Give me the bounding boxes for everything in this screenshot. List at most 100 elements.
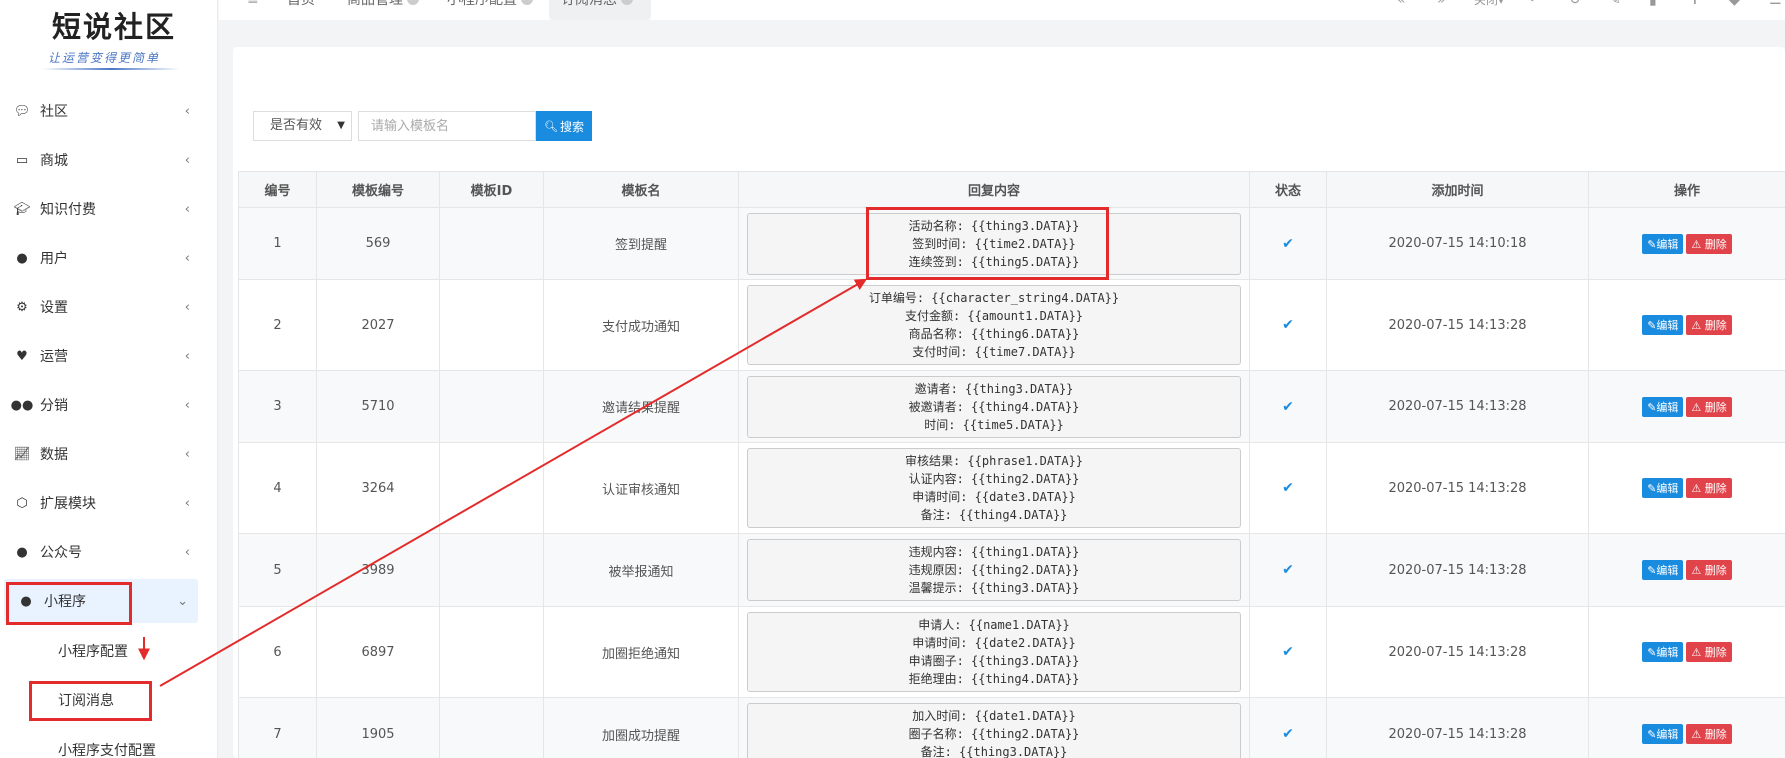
cell-template-name: 被举报通知 — [543, 533, 739, 607]
cell-created-time: 2020-07-15 14:13:28 — [1326, 606, 1589, 698]
edit-button[interactable]: ✎编辑 — [1642, 478, 1684, 498]
back-icon[interactable]: ↶ — [1529, 0, 1541, 8]
header-id[interactable]: 编号 — [238, 171, 317, 208]
template-name-search-input[interactable] — [358, 111, 536, 141]
reply-content-line: 圈子名称: {{thing2.DATA}} — [908, 727, 1080, 741]
reply-content-line: 备注: {{thing3.DATA}} — [920, 745, 1068, 758]
bell-icon[interactable]: ◆ — [1729, 0, 1740, 8]
delete-button[interactable]: ⚠ 删除 — [1686, 724, 1732, 744]
submenu-item-payment-config[interactable]: 小程序支付配置 — [58, 740, 156, 758]
chevron-left-icon: ‹ — [184, 152, 190, 168]
cell-reply-content: 申请人: {{name1.DATA}} 申请时间: {{date2.DATA}} 申… — [738, 606, 1250, 698]
tab-miniprogram-config[interactable]: 小程序配置✕ — [447, 0, 533, 20]
table-row: 3 5710 邀请结果提醒 邀请者: {{thing3.DATA}} 被邀请者: {{t… — [238, 370, 1785, 443]
fullscreen-icon[interactable]: ✛ — [1689, 0, 1701, 8]
cell-template-id — [439, 370, 544, 443]
hamburger-icon[interactable]: ≡ — [247, 0, 259, 8]
sidebar-item-label: 数据 — [40, 447, 68, 463]
check-icon: ✔ — [1282, 726, 1294, 742]
reply-content-box: 邀请者: {{thing3.DATA}} 被邀请者: {{thing4.DATA}… — [747, 375, 1241, 438]
delete-button[interactable]: ⚠ 删除 — [1686, 315, 1732, 335]
sidebar-item-3[interactable]: ● 用户 ‹ — [0, 236, 200, 280]
annotation-box-reply — [866, 207, 1109, 280]
delete-button[interactable]: ⚠ 删除 — [1686, 396, 1732, 417]
edit-button[interactable]: ✎编辑 — [1642, 724, 1684, 744]
cell-status: ✔ — [1249, 533, 1327, 607]
chevron-left-icon: ‹ — [184, 397, 190, 413]
header-template-name[interactable]: 模板名 — [543, 171, 739, 208]
brush-icon[interactable]: ✎ — [1609, 0, 1621, 8]
sidebar-item-label: 商城 — [40, 153, 68, 169]
sidebar-item-2[interactable]: 🎓︎ 知识付费 ‹ — [0, 187, 200, 231]
search-icon: 🔍︎ — [544, 119, 558, 133]
scroll-right-icon[interactable]: » — [1437, 0, 1446, 8]
table-header-row: 编号 模板编号 模板ID 模板名 回复内容 状态 添加时间 操作 — [238, 171, 1785, 208]
header-status[interactable]: 状态 — [1249, 171, 1327, 208]
check-icon: ✔ — [1282, 235, 1294, 252]
header-created-time[interactable]: 添加时间 — [1326, 171, 1589, 208]
header-template-id[interactable]: 模板ID — [439, 171, 544, 208]
warning-icon: ⚠ — [1691, 564, 1705, 577]
sidebar-item-6[interactable]: ●● 分销 ‹ — [0, 383, 200, 427]
header-reply-content[interactable]: 回复内容 — [738, 171, 1250, 208]
check-icon: ✔ — [1282, 317, 1294, 333]
status-filter-select[interactable]: 是否有效 ▼ — [253, 111, 352, 141]
close-dropdown[interactable]: 关闭▾ — [1474, 0, 1504, 8]
reply-content-box: 订单编号: {{character_string4.DATA}} 支付金额: {{… — [747, 285, 1241, 365]
chevron-down-icon: ⌄ — [177, 593, 188, 609]
cell-created-time: 2020-07-15 14:13:28 — [1326, 533, 1589, 607]
sidebar-item-5[interactable]: ♥ 运营 ‹ — [0, 334, 200, 378]
line-chart-icon: 📈︎ — [13, 446, 31, 462]
header-template-no[interactable]: 模板编号 — [316, 171, 440, 208]
reply-content-line: 备注: {{thing4.DATA}} — [920, 508, 1068, 522]
refresh-icon[interactable]: ↻ — [1569, 0, 1581, 8]
warning-icon: ⚠ — [1691, 482, 1705, 495]
tab-home[interactable]: 首页 — [287, 0, 315, 20]
sidebar-item-1[interactable]: ▭ 商城 ‹ — [0, 138, 200, 182]
reply-content-box: 加入时间: {{date1.DATA}} 圈子名称: {{thing2.DATA}… — [747, 703, 1241, 758]
edit-button[interactable]: ✎编辑 — [1642, 396, 1684, 417]
edit-button[interactable]: ✎编辑 — [1642, 315, 1684, 335]
logo-title: 短说社区 — [52, 10, 177, 44]
cell-template-no: 5710 — [316, 370, 440, 443]
trash-icon[interactable]: ▮ — [1649, 0, 1657, 8]
submenu-item-miniprogram-config[interactable]: 小程序配置 — [58, 641, 128, 661]
cell-template-id — [439, 533, 544, 607]
cell-status: ✔ — [1249, 207, 1327, 280]
reply-content-line: 被邀请者: {{thing4.DATA}} — [908, 399, 1080, 414]
delete-button[interactable]: ⚠ 删除 — [1686, 560, 1732, 580]
cell-template-no: 3989 — [316, 533, 440, 607]
close-icon[interactable]: ✕ — [407, 0, 419, 5]
edit-button[interactable]: ✎编辑 — [1642, 642, 1684, 662]
sidebar-item-8[interactable]: ⬡ 扩展模块 ‹ — [0, 481, 200, 525]
logo[interactable]: 短说社区 让运营变得更简单 — [38, 4, 180, 74]
tab-goods[interactable]: 商品管理✕ — [347, 0, 419, 20]
sidebar-item-7[interactable]: 📈︎ 数据 ‹ — [0, 432, 200, 476]
close-icon[interactable]: ✕ — [621, 0, 633, 5]
cell-created-time: 2020-07-15 14:13:28 — [1326, 279, 1589, 371]
cell-reply-content: 审核结果: {{phrase1.DATA}} 认证内容: {{thing2.DAT… — [738, 442, 1250, 534]
cell-actions: ✎编辑 ⚠ 删除 — [1588, 606, 1785, 698]
edit-button[interactable]: ✎编辑 — [1642, 560, 1684, 580]
scroll-left-icon[interactable]: « — [1397, 0, 1406, 8]
delete-button[interactable]: ⚠ 删除 — [1686, 233, 1732, 254]
delete-button[interactable]: ⚠ 删除 — [1686, 642, 1732, 662]
sidebar-item-4[interactable]: ⚙ 设置 ‹ — [0, 285, 200, 329]
cell-template-name: 签到提醒 — [543, 207, 739, 280]
tab-subscribe-message[interactable]: 订阅消息✕ — [549, 0, 651, 20]
sidebar-item-9[interactable]: ● 公众号 ‹ — [0, 530, 200, 574]
search-button[interactable]: 🔍︎ 搜索 — [536, 111, 592, 141]
cell-template-id — [439, 207, 544, 280]
cell-template-name: 支付成功通知 — [543, 279, 739, 371]
edit-button[interactable]: ✎编辑 — [1642, 233, 1684, 254]
settings-icon[interactable]: ☰ — [1769, 0, 1782, 8]
user-icon: ● — [16, 250, 28, 266]
delete-button[interactable]: ⚠ 删除 — [1686, 478, 1732, 498]
chevron-left-icon: ‹ — [184, 299, 190, 315]
sidebar-item-label: 运营 — [40, 349, 68, 365]
close-icon[interactable]: ✕ — [521, 0, 533, 5]
sidebar-item-0[interactable]: 💬︎ 社区 ‹ — [0, 89, 200, 133]
reply-content-line: 申请时间: {{date3.DATA}} — [912, 490, 1076, 504]
chevron-left-icon: ‹ — [184, 544, 190, 560]
warning-icon: ⚠ — [1691, 319, 1705, 332]
